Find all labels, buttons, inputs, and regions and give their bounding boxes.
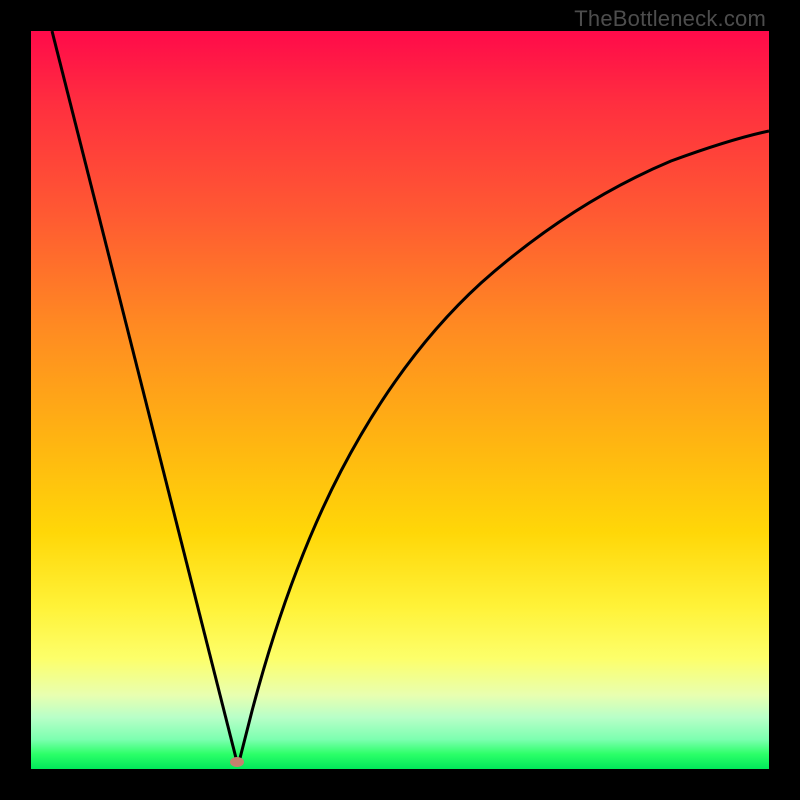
curve-left-branch [52, 31, 238, 766]
attribution-text: TheBottleneck.com [574, 6, 766, 32]
chart-frame: TheBottleneck.com [0, 0, 800, 800]
curve-right-branch [238, 131, 769, 766]
bottleneck-curve [31, 31, 769, 769]
minimum-marker [230, 757, 244, 767]
plot-area [31, 31, 769, 769]
